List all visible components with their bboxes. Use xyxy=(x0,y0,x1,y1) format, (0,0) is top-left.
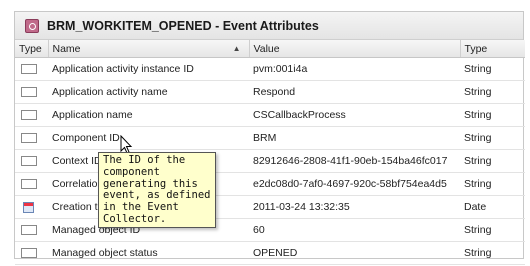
attribute-type: String xyxy=(460,172,525,196)
event-attributes-panel: BRM_WORKITEM_OPENED - Event Attributes T… xyxy=(14,11,525,265)
attribute-value: BRM xyxy=(249,126,460,150)
text-type-icon xyxy=(21,64,37,75)
attribute-type: String xyxy=(460,241,525,265)
attribute-name: Managed object status xyxy=(48,241,249,265)
text-type-icon xyxy=(21,225,37,236)
attribute-type: String xyxy=(460,149,525,173)
text-type-icon xyxy=(21,179,37,190)
component-id-tooltip: The ID of the component generating this … xyxy=(98,152,216,228)
text-type-icon xyxy=(21,87,37,98)
table-row[interactable]: Component ID BRM String xyxy=(15,126,525,150)
event-icon xyxy=(25,18,39,33)
attribute-type: String xyxy=(460,103,525,127)
attribute-type: String xyxy=(460,80,525,104)
column-header-name-label: Name xyxy=(52,42,81,55)
attribute-value: OPENED xyxy=(249,241,460,265)
panel-title: BRM_WORKITEM_OPENED - Event Attributes xyxy=(47,18,319,33)
text-type-icon xyxy=(21,156,37,167)
attribute-value: 82912646-2808-41f1-90eb-154ba46fc017 xyxy=(249,149,460,173)
table-row[interactable]: Context ID 82912646-2808-41f1-90eb-154ba… xyxy=(15,149,525,173)
attributes-table: Type Name ▲ Value Type Application activi… xyxy=(15,40,525,265)
text-type-icon xyxy=(21,133,37,144)
table-row[interactable]: Application activity name Respond String xyxy=(15,80,525,104)
attribute-value: pvm:001i4a xyxy=(249,57,460,81)
attribute-name: Application activity name xyxy=(48,80,249,104)
attribute-name: Application name xyxy=(48,103,249,127)
attribute-value: 60 xyxy=(249,218,460,242)
column-header-name[interactable]: Name ▲ xyxy=(48,40,250,58)
table-row[interactable]: Application activity instance ID pvm:001… xyxy=(15,57,525,81)
sort-ascending-icon: ▲ xyxy=(232,44,241,53)
attribute-value: e2dc08d0-7af0-4697-920c-58bf754ea4d5 xyxy=(249,172,460,196)
attribute-type: Date xyxy=(460,195,525,219)
table-row[interactable]: Creation time 2011-03-24 13:32:35 Date xyxy=(15,195,525,219)
attribute-type: String xyxy=(460,126,525,150)
column-header-type[interactable]: Type xyxy=(460,40,525,58)
text-type-icon xyxy=(21,110,37,121)
table-row[interactable]: Application name CSCallbackProcess Strin… xyxy=(15,103,525,127)
attribute-name: Application activity instance ID xyxy=(48,57,249,81)
table-header-row: Type Name ▲ Value Type xyxy=(15,40,525,58)
table-row[interactable]: Managed object status OPENED String xyxy=(15,241,525,265)
attribute-name: Component ID xyxy=(48,126,249,150)
attribute-value: Respond xyxy=(249,80,460,104)
attribute-value: 2011-03-24 13:32:35 xyxy=(249,195,460,219)
column-header-type-icon[interactable]: Type xyxy=(15,40,49,58)
attribute-value: CSCallbackProcess xyxy=(249,103,460,127)
attribute-type: String xyxy=(460,57,525,81)
table-row[interactable]: Correlation ID e2dc08d0-7af0-4697-920c-5… xyxy=(15,172,525,196)
attribute-type: String xyxy=(460,218,525,242)
text-type-icon xyxy=(21,248,37,259)
date-type-icon xyxy=(23,201,34,213)
column-header-value[interactable]: Value xyxy=(249,40,461,58)
panel-titlebar: BRM_WORKITEM_OPENED - Event Attributes xyxy=(15,12,523,40)
table-row[interactable]: Managed object ID 60 String xyxy=(15,218,525,242)
